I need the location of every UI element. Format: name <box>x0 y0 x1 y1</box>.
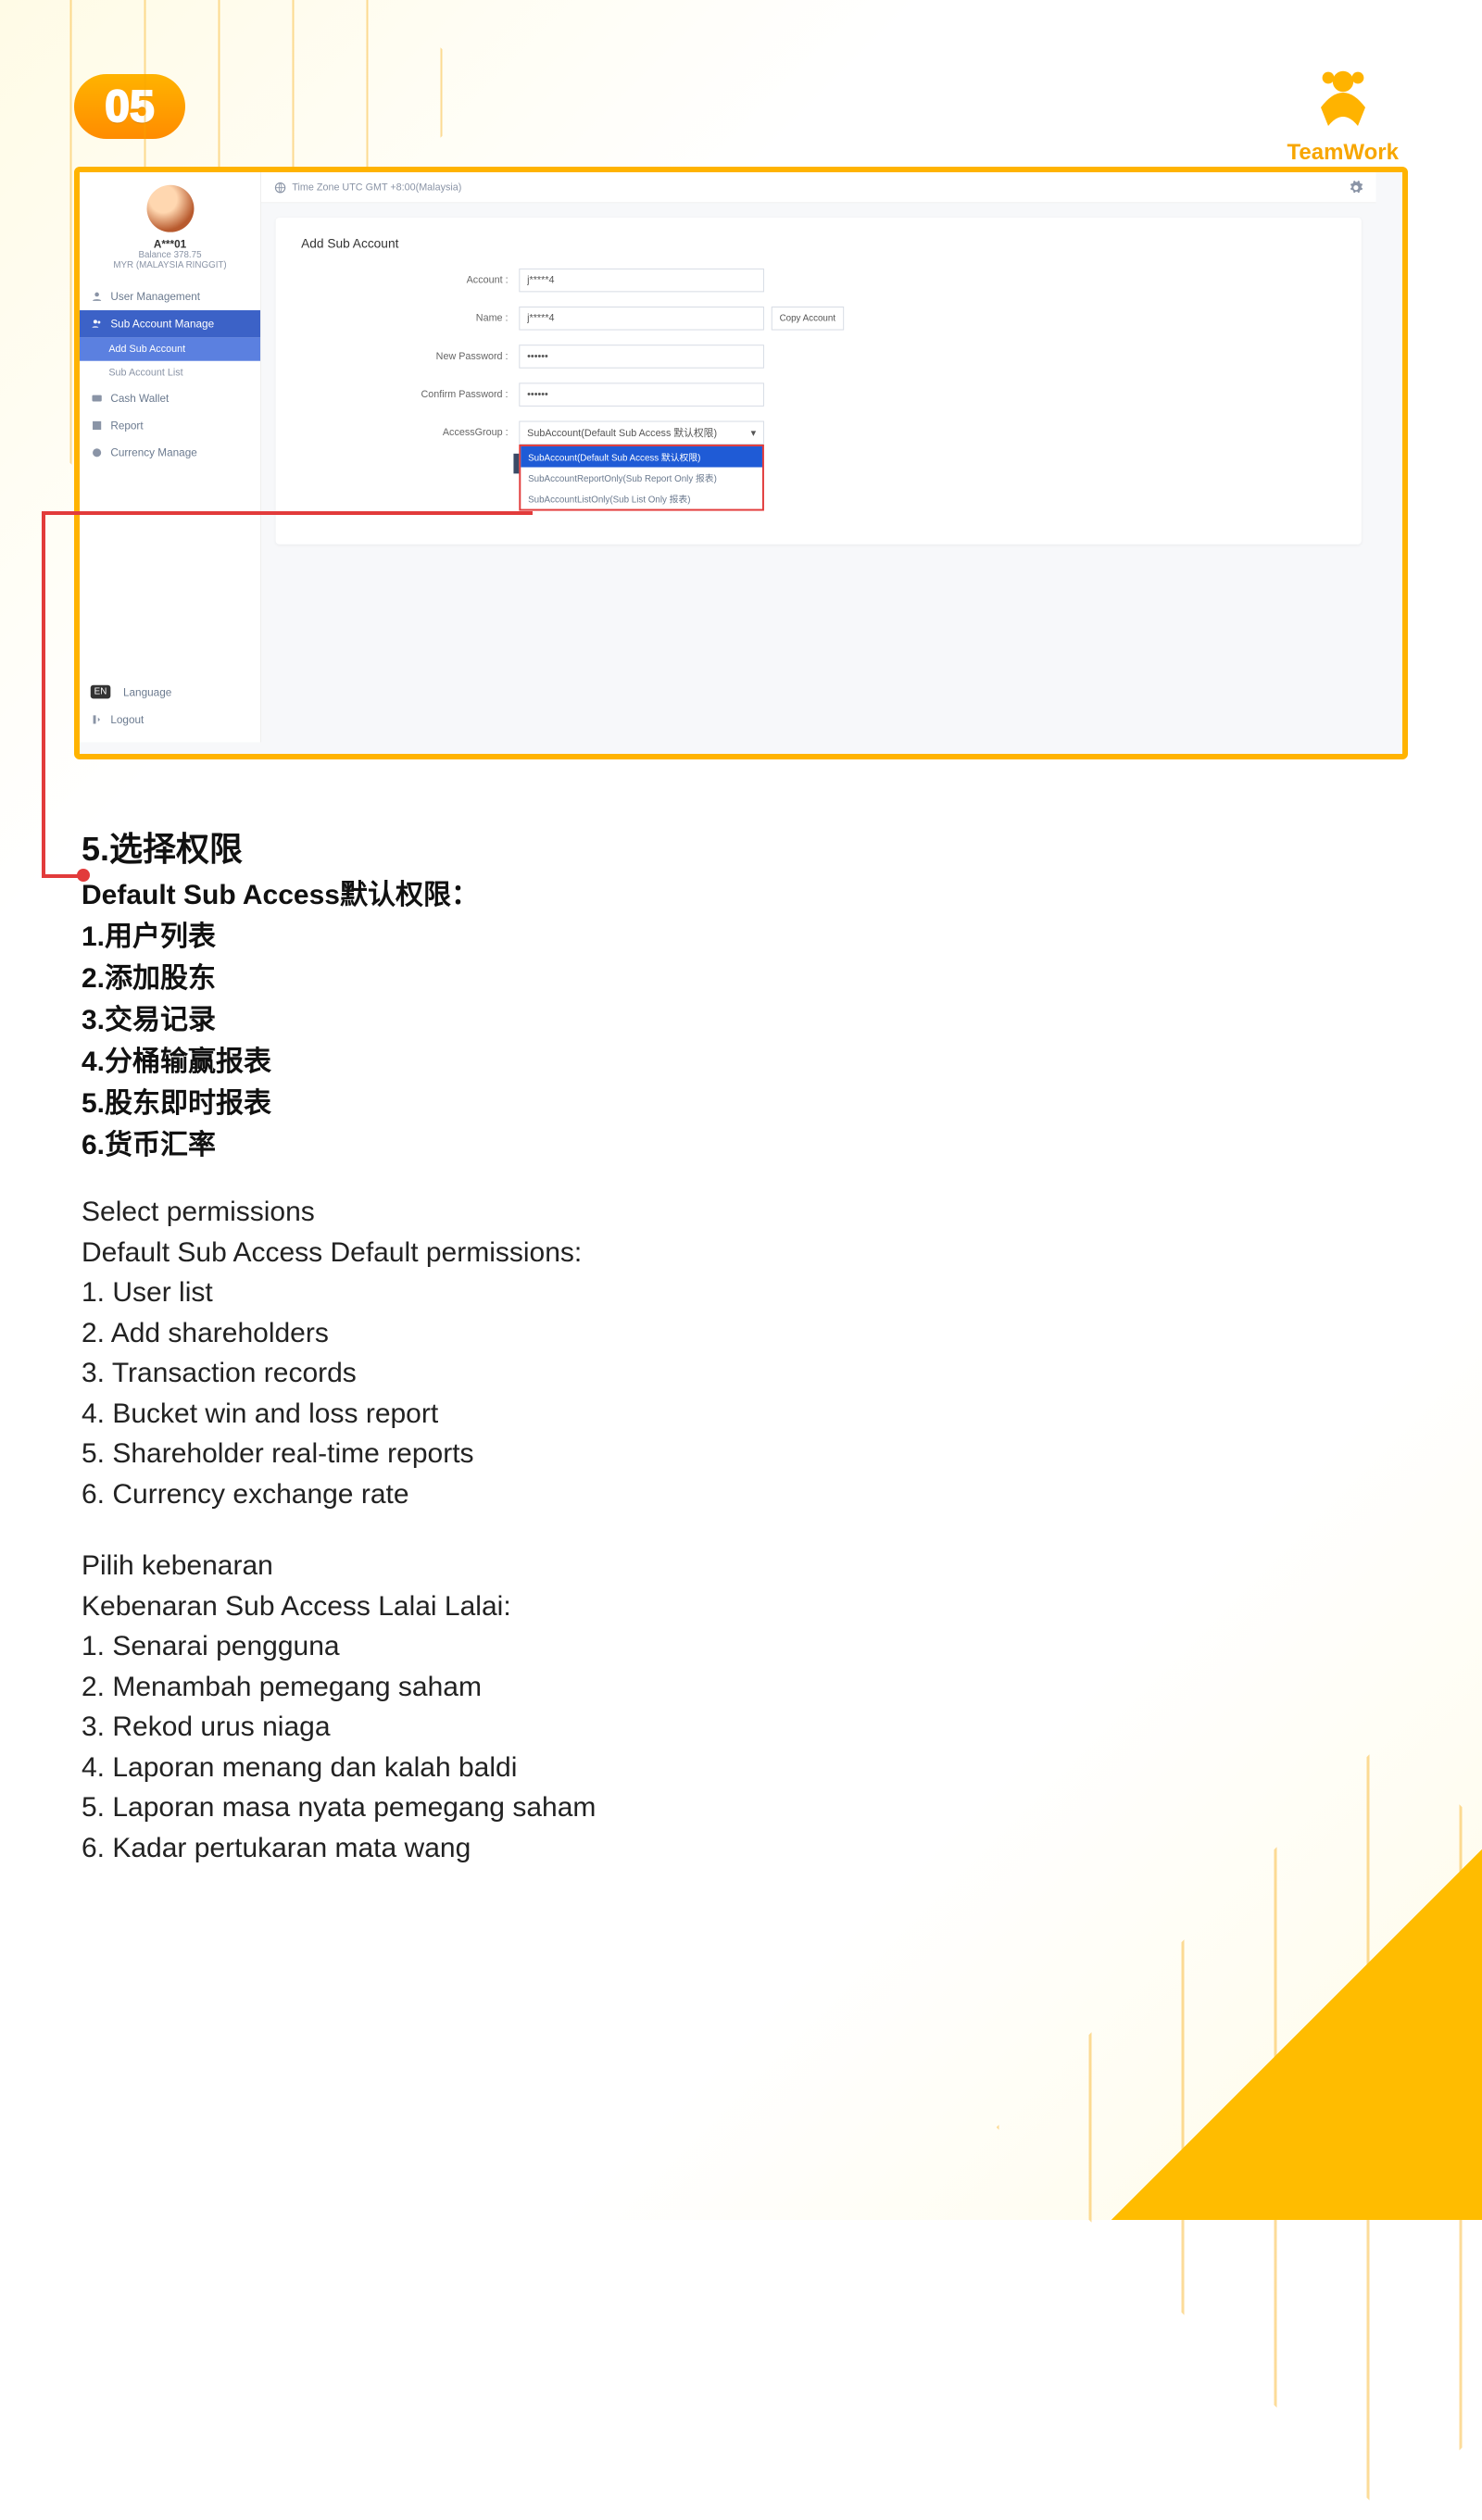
card-title: Add Sub Account <box>301 236 1336 251</box>
language-badge: EN <box>91 685 110 699</box>
access-group-select[interactable]: SubAccount(Default Sub Access 默认权限) ▾ <box>519 421 764 445</box>
account-input[interactable] <box>519 269 764 292</box>
users-icon <box>91 318 104 331</box>
list-item: 6.货币汇率 <box>82 1124 1408 1166</box>
sidebar: A***01 Balance 378.75 MYR (MALAYSIA RING… <box>80 172 261 742</box>
sidebar-item-label: Cash Wallet <box>110 392 169 405</box>
list-item: 6. Currency exchange rate <box>82 1474 1408 1515</box>
field-label-confirm-password: Confirm Password : <box>301 389 519 400</box>
user-name: A***01 <box>85 238 255 251</box>
user-icon <box>91 290 104 303</box>
step-title-cn: 5.选择权限 <box>82 824 1408 874</box>
sidebar-item-currency-manage[interactable]: Currency Manage <box>80 439 260 466</box>
section-cn: 5.选择权限 Default Sub Access默认权限： 1.用户列表 2.… <box>74 824 1408 1166</box>
field-label-access-group: AccessGroup : <box>301 427 519 438</box>
user-currency: MYR (MALAYSIA RINGGIT) <box>85 260 255 270</box>
copy-account-button[interactable]: Copy Account <box>772 307 844 330</box>
teamwork-icon <box>1306 56 1380 130</box>
sidebar-item-sub-account-manage[interactable]: Sub Account Manage <box>80 310 260 337</box>
list-item: 5.股东即时报表 <box>82 1083 1408 1124</box>
sidebar-item-label: Currency Manage <box>110 446 196 459</box>
sidebar-item-user-management[interactable]: User Management <box>80 283 260 310</box>
sidebar-item-report[interactable]: Report <box>80 412 260 439</box>
section-ms: Pilih kebenaran Kebenaran Sub Access Lal… <box>74 1546 1408 1868</box>
list-item: 4. Laporan menang dan kalah baldi <box>82 1748 1408 1788</box>
currency-icon <box>91 446 104 459</box>
field-label-name: Name : <box>301 313 519 324</box>
list-item: 2. Menambah pemegang saham <box>82 1667 1408 1708</box>
app-screenshot: A***01 Balance 378.75 MYR (MALAYSIA RING… <box>74 167 1408 759</box>
brand-name: TeamWork <box>1287 140 1399 166</box>
user-balance: Balance 378.75 <box>85 250 255 260</box>
sidebar-item-label: Language <box>123 685 171 698</box>
list-item: 3. Rekod urus niaga <box>82 1707 1408 1748</box>
sidebar-item-logout[interactable]: Logout <box>80 706 260 733</box>
sidebar-item-label: Add Sub Account <box>108 344 185 355</box>
step-title-ms: Pilih kebenaran <box>82 1546 1408 1586</box>
sidebar-item-label: Logout <box>110 713 144 726</box>
new-password-input[interactable] <box>519 345 764 368</box>
list-item: 2.添加股东 <box>82 958 1408 999</box>
brand-logo: TeamWork <box>1287 56 1399 166</box>
timezone-text: Time Zone UTC GMT +8:00(Malaysia) <box>292 182 461 193</box>
field-label-account: Account : <box>301 275 519 286</box>
sidebar-subitem-sub-account-list[interactable]: Sub Account List <box>80 361 260 384</box>
list-item: 4. Bucket win and loss report <box>82 1394 1408 1435</box>
list-item: 5. Laporan masa nyata pemegang saham <box>82 1787 1408 1828</box>
access-group-dropdown: SubAccount(Default Sub Access 默认权限) SubA… <box>519 445 764 511</box>
sidebar-item-label: Report <box>110 420 143 433</box>
dropdown-option[interactable]: SubAccount(Default Sub Access 默认权限) <box>521 446 762 468</box>
confirm-password-input[interactable] <box>519 382 764 406</box>
selected-option-text: SubAccount(Default Sub Access 默认权限) <box>527 425 717 440</box>
list-item: 2. Add shareholders <box>82 1313 1408 1354</box>
list-item: 1. User list <box>82 1273 1408 1313</box>
page-number-badge: 05 <box>74 74 185 139</box>
topbar: Time Zone UTC GMT +8:00(Malaysia) <box>261 172 1375 203</box>
globe-icon <box>274 181 287 194</box>
logout-icon <box>91 713 104 726</box>
list-item: 1. Senarai pengguna <box>82 1626 1408 1667</box>
report-icon <box>91 420 104 433</box>
list-item: 4.分桶输赢报表 <box>82 1041 1408 1083</box>
section-en: Select permissions Default Sub Access De… <box>74 1192 1408 1514</box>
sidebar-subitem-add-sub-account[interactable]: Add Sub Account <box>80 337 260 360</box>
list-item: 3.交易记录 <box>82 999 1408 1041</box>
list-item: 5. Shareholder real-time reports <box>82 1434 1408 1474</box>
sidebar-item-language[interactable]: EN Language <box>80 678 260 706</box>
step-title-en: Select permissions <box>82 1192 1408 1233</box>
callout-line <box>42 874 79 878</box>
dropdown-option[interactable]: SubAccountListOnly(Sub List Only 报表) <box>521 488 762 509</box>
callout-dot <box>77 869 90 882</box>
dropdown-option[interactable]: SubAccountReportOnly(Sub Report Only 报表) <box>521 468 762 489</box>
subtitle-en: Default Sub Access Default permissions: <box>82 1233 1408 1273</box>
chevron-down-icon: ▾ <box>751 427 756 439</box>
avatar[interactable] <box>146 185 194 232</box>
add-sub-account-card: Add Sub Account Account : Name : Copy Ac… <box>276 218 1362 545</box>
gear-icon[interactable] <box>1349 180 1363 194</box>
sidebar-item-label: Sub Account Manage <box>110 318 214 331</box>
name-input[interactable] <box>519 307 764 330</box>
sidebar-item-label: User Management <box>110 290 200 303</box>
sidebar-item-label: Sub Account List <box>108 368 182 379</box>
main-area: Time Zone UTC GMT +8:00(Malaysia) Add Su… <box>261 172 1375 742</box>
sidebar-item-cash-wallet[interactable]: Cash Wallet <box>80 384 260 411</box>
wallet-icon <box>91 392 104 405</box>
field-label-new-password: New Password : <box>301 351 519 362</box>
subtitle-cn: Default Sub Access默认权限： <box>82 874 1408 916</box>
list-item: 1.用户列表 <box>82 916 1408 958</box>
list-item: 3. Transaction records <box>82 1353 1408 1394</box>
subtitle-ms: Kebenaran Sub Access Lalai Lalai: <box>82 1586 1408 1627</box>
callout-line <box>42 511 45 877</box>
callout-line <box>42 511 533 515</box>
